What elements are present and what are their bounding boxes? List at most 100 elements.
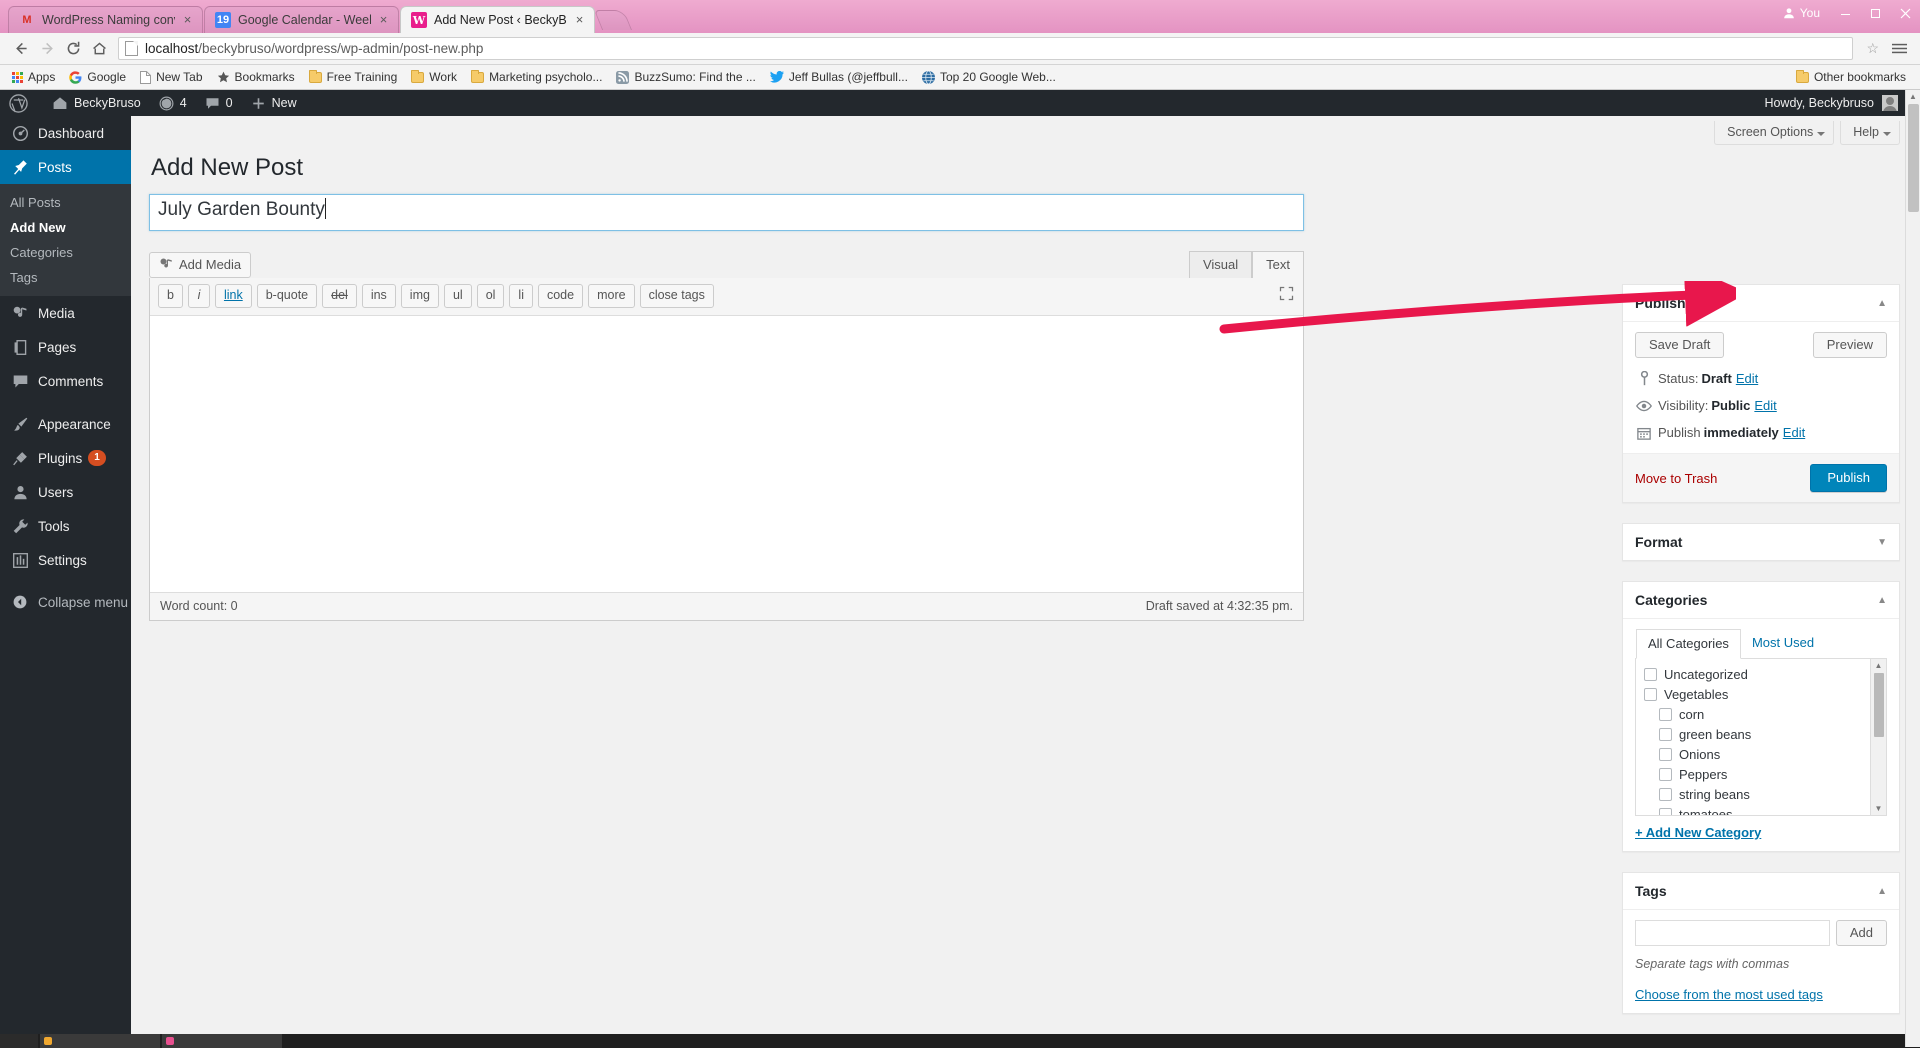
sidebar-item-tools[interactable]: Tools <box>0 509 131 543</box>
visibility-edit-link[interactable]: Edit <box>1754 398 1776 413</box>
qt-close-tags-button[interactable]: close tags <box>639 284 714 308</box>
reload-icon[interactable] <box>60 36 86 62</box>
scroll-up-icon[interactable]: ▲ <box>1906 90 1920 101</box>
qt-del-button[interactable]: del <box>322 284 357 308</box>
qt-bquote-button[interactable]: b-quote <box>256 284 318 308</box>
chevron-down-icon[interactable]: ▼ <box>1877 537 1887 548</box>
category-item[interactable]: Peppers <box>1644 765 1886 785</box>
sidebar-item-plugins[interactable]: Plugins 1 <box>0 441 131 475</box>
tab-most-used[interactable]: Most Used <box>1741 629 1825 658</box>
sidebar-item-add-new[interactable]: Add New <box>0 215 131 240</box>
add-tag-button[interactable]: Add <box>1835 920 1887 946</box>
fullscreen-icon[interactable] <box>1279 286 1294 304</box>
qt-code-button[interactable]: code <box>537 284 584 308</box>
new-content-menu[interactable]: New <box>242 90 306 116</box>
tags-box-header[interactable]: Tags ▲ <box>1623 873 1899 910</box>
chrome-menu-icon[interactable] <box>1886 36 1912 62</box>
publish-when-edit-link[interactable]: Edit <box>1783 425 1805 440</box>
close-icon[interactable]: × <box>377 13 390 27</box>
category-item[interactable]: Uncategorized <box>1644 665 1886 685</box>
bookmark-jeff-bullas[interactable]: Jeff Bullas (@jeffbull... <box>764 68 914 86</box>
updates-menu[interactable]: 4 <box>150 90 196 116</box>
sidebar-item-tags[interactable]: Tags <box>0 265 131 290</box>
publish-button[interactable]: Publish <box>1810 464 1887 492</box>
close-window-button[interactable] <box>1890 0 1920 26</box>
bookmark-apps[interactable]: Apps <box>6 68 61 86</box>
sidebar-item-media[interactable]: Media <box>0 296 131 330</box>
save-draft-button[interactable]: Save Draft <box>1635 332 1725 358</box>
chevron-up-icon[interactable]: ▲ <box>1877 886 1887 897</box>
scrollbar-thumb[interactable] <box>1908 104 1919 212</box>
status-edit-link[interactable]: Edit <box>1736 371 1758 386</box>
category-item[interactable]: tomatoes <box>1644 805 1886 815</box>
format-box-header[interactable]: Format ▼ <box>1623 524 1899 560</box>
account-menu[interactable]: Howdy, Beckybruso <box>1764 95 1920 111</box>
qt-italic-button[interactable]: i <box>187 284 210 308</box>
chevron-up-icon[interactable]: ▲ <box>1877 595 1887 606</box>
categories-box-header[interactable]: Categories ▲ <box>1623 582 1899 619</box>
move-to-trash-link[interactable]: Move to Trash <box>1635 471 1717 486</box>
back-icon[interactable] <box>8 36 34 62</box>
category-item[interactable]: green beans <box>1644 725 1886 745</box>
add-media-button[interactable]: Add Media <box>149 251 252 278</box>
qt-ol-button[interactable]: ol <box>476 284 505 308</box>
scroll-up-icon[interactable]: ▲ <box>1875 659 1883 672</box>
publish-box-header[interactable]: Publish ▲ <box>1623 285 1899 322</box>
category-item[interactable]: corn <box>1644 705 1886 725</box>
checkbox[interactable] <box>1659 748 1672 761</box>
qt-more-button[interactable]: more <box>588 284 635 308</box>
qt-ins-button[interactable]: ins <box>361 284 396 308</box>
wp-logo-menu[interactable] <box>0 90 43 116</box>
home-icon[interactable] <box>86 36 112 62</box>
preview-button[interactable]: Preview <box>1812 332 1887 358</box>
page-scrollbar[interactable]: ▲ <box>1905 90 1920 1047</box>
browser-tab-2[interactable]: W Add New Post ‹ BeckyBrus × <box>400 6 595 33</box>
post-content-textarea[interactable] <box>150 316 1303 563</box>
browser-tab-0[interactable]: M WordPress Naming conve × <box>8 6 203 33</box>
close-icon[interactable]: × <box>181 13 194 27</box>
category-item[interactable]: Onions <box>1644 745 1886 765</box>
scroll-down-icon[interactable]: ▼ <box>1875 802 1883 815</box>
category-item[interactable]: string beans <box>1644 785 1886 805</box>
qt-li-button[interactable]: li <box>509 284 533 308</box>
category-item[interactable]: Vegetables <box>1644 685 1886 705</box>
add-new-category-link[interactable]: + Add New Category <box>1635 825 1887 840</box>
qt-img-button[interactable]: img <box>400 284 439 308</box>
chevron-up-icon[interactable]: ▲ <box>1877 298 1887 309</box>
sidebar-item-all-posts[interactable]: All Posts <box>0 190 131 215</box>
help-button[interactable]: Help <box>1840 121 1900 145</box>
scrollbar-thumb[interactable] <box>1873 673 1884 737</box>
bookmark-google[interactable]: Google <box>63 68 132 86</box>
taskbar-item[interactable] <box>162 1034 282 1048</box>
most-used-tags-link[interactable]: Choose from the most used tags <box>1635 987 1887 1002</box>
sidebar-item-users[interactable]: Users <box>0 475 131 509</box>
sidebar-item-pages[interactable]: Pages <box>0 330 131 364</box>
checkbox[interactable] <box>1659 728 1672 741</box>
checkbox[interactable] <box>1644 688 1657 701</box>
bookmark-other-bookmarks[interactable]: Other bookmarks <box>1790 68 1912 86</box>
bookmark-bookmarks[interactable]: Bookmarks <box>211 68 301 86</box>
tab-visual[interactable]: Visual <box>1188 251 1253 278</box>
bookmark-new-tab[interactable]: New Tab <box>134 68 208 86</box>
sidebar-item-dashboard[interactable]: Dashboard <box>0 116 131 150</box>
site-name-menu[interactable]: BeckyBruso <box>43 90 150 116</box>
close-icon[interactable]: × <box>573 13 586 27</box>
sidebar-item-comments[interactable]: Comments <box>0 364 131 398</box>
sidebar-item-appearance[interactable]: Appearance <box>0 407 131 441</box>
checkbox[interactable] <box>1659 768 1672 781</box>
checkbox[interactable] <box>1644 668 1657 681</box>
qt-link-button[interactable]: link <box>214 284 252 308</box>
bookmark-work[interactable]: Work <box>405 68 463 86</box>
comments-menu[interactable]: 0 <box>196 90 242 116</box>
maximize-button[interactable] <box>1860 0 1890 26</box>
sidebar-item-categories[interactable]: Categories <box>0 240 131 265</box>
bookmark-buzzsumo[interactable]: BuzzSumo: Find the ... <box>610 68 761 86</box>
tag-input[interactable] <box>1635 920 1830 946</box>
qt-ul-button[interactable]: ul <box>443 284 472 308</box>
post-title-input[interactable]: July Garden Bounty <box>149 194 1304 231</box>
bookmark-top-20-google[interactable]: Top 20 Google Web... <box>916 68 1062 86</box>
taskbar-item[interactable] <box>40 1034 160 1048</box>
profile-button[interactable]: You <box>1773 6 1830 20</box>
bookmark-star-icon[interactable]: ☆ <box>1866 40 1879 57</box>
minimize-button[interactable] <box>1830 0 1860 26</box>
